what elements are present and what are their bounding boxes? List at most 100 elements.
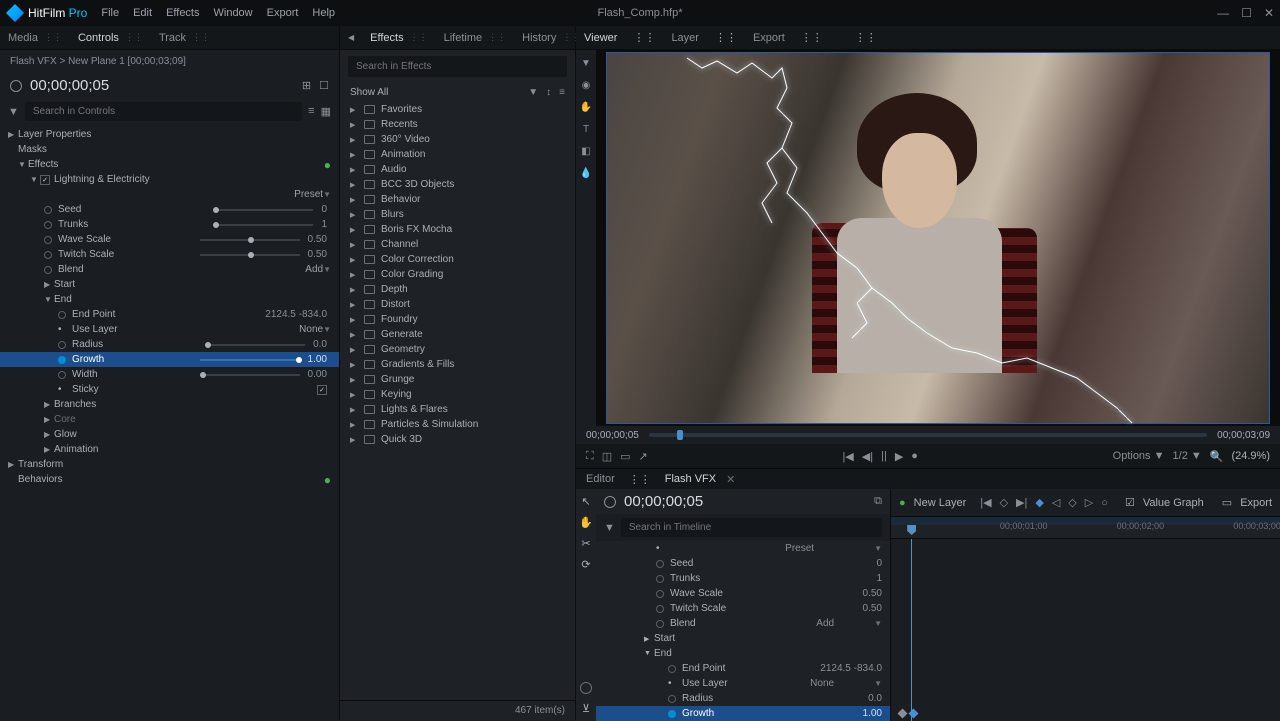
fx-folder[interactable]: ▶Particles & Simulation [340,417,575,432]
tl-filter-icon[interactable]: ▼ [604,522,615,534]
menu-export[interactable]: Export [267,7,299,19]
fx-folder[interactable]: ▶Blurs [340,207,575,222]
fx-folder[interactable]: ▶Generate [340,327,575,342]
fx-dd-icon[interactable]: ▼ [528,87,538,98]
viewer-timeline[interactable]: 00;00;00;05 00;00;03;09 [576,426,1280,444]
row-start[interactable]: Start [0,277,339,292]
fx-folder[interactable]: ▶360° Video [340,132,575,147]
export-frame-icon[interactable]: ↗ [639,450,648,463]
fx-folder[interactable]: ▶Color Grading [340,267,575,282]
fx-folder[interactable]: ▶Favorites [340,102,575,117]
new-layer-button[interactable]: New Layer [914,497,967,509]
tl-radius[interactable]: Radius0.0 [596,691,890,706]
step-back-icon[interactable]: ◀| [862,450,873,463]
fx-folder[interactable]: ▶Recents [340,117,575,132]
menu-effects[interactable]: Effects [166,7,199,19]
tl-endpoint[interactable]: End Point2124.5 -834.0 [596,661,890,676]
tab-editor[interactable]: Editor [586,469,615,489]
row-masks[interactable]: Masks [0,142,339,157]
minimize-icon[interactable]: — [1217,6,1229,20]
tab-effects[interactable]: Effects [370,28,403,48]
row-growth[interactable]: Growth1.00 [0,352,339,367]
snap-tool-icon[interactable]: ⟳ [581,558,590,571]
row-width[interactable]: Width0.00 [0,367,339,382]
row-trunks[interactable]: Trunks1 [0,217,339,232]
tool-text-icon[interactable]: T [579,122,593,136]
icon-b[interactable]: ☐ [319,79,329,92]
fx-folder[interactable]: ▶Audio [340,162,575,177]
kf-next-icon[interactable]: ▶| [1016,496,1027,509]
fx-folder[interactable]: ▶Quick 3D [340,432,575,447]
fx-folder[interactable]: ▶Foundry [340,312,575,327]
export-button[interactable]: Export [1240,497,1272,509]
row-blend[interactable]: BlendAdd▼ [0,262,339,277]
menu-file[interactable]: File [101,7,119,19]
row-end[interactable]: End [0,292,339,307]
row-behaviors[interactable]: Behaviors● [0,472,339,487]
row-endpoint[interactable]: End Point2124.5 -834.0 [0,307,339,322]
row-branches[interactable]: Branches [0,397,339,412]
tab-layer[interactable]: Layer [671,28,699,48]
sticky-checkbox[interactable] [317,385,327,395]
row-effects[interactable]: Effects● [0,157,339,172]
fx-folder[interactable]: ▶Channel [340,237,575,252]
value-graph-checkbox[interactable]: ☑ [1125,496,1135,509]
search-controls-input[interactable] [25,102,302,121]
tab-history[interactable]: History [522,28,556,48]
row-layer-properties[interactable]: Layer Properties [0,127,339,142]
crop-icon[interactable]: ◫ [602,450,612,463]
tab-track[interactable]: Track [159,28,186,48]
value-graph-label[interactable]: Value Graph [1143,497,1204,509]
fx-folder[interactable]: ▶Lights & Flares [340,402,575,417]
fx-folder[interactable]: ▶Keying [340,387,575,402]
tab-viewer[interactable]: Viewer [584,28,617,48]
row-animation[interactable]: Animation [0,442,339,457]
row-preset[interactable]: Preset▼ [0,187,339,202]
tl-preset[interactable]: •Preset▼ [596,541,890,556]
ratio-dropdown[interactable]: 1/2 ▼ [1173,450,1202,462]
slice-tool-icon[interactable]: ✂ [581,537,590,550]
tool-select-icon[interactable]: ◉ [579,78,593,92]
close-tab-icon[interactable]: ✕ [726,473,735,486]
row-twitchscale[interactable]: Twitch Scale0.50 [0,247,339,262]
frame-icon[interactable]: ▭ [620,450,630,463]
kf-hold-icon[interactable]: ○ [1101,497,1108,509]
tab-export[interactable]: Export [753,28,785,48]
tl-trunks[interactable]: Trunks1 [596,571,890,586]
clock-icon[interactable] [604,496,616,508]
tool-eyedrop-icon[interactable]: 💧 [579,166,593,180]
tab-controls[interactable]: Controls [78,28,119,48]
prev-frame-icon[interactable]: |◀ [842,450,853,463]
timeline-ruler[interactable]: 00;00;01;00 00;00;02;00 00;00;03;00 [891,517,1280,539]
full-screen-icon[interactable]: ⛶ [586,450,594,463]
row-sticky[interactable]: •Sticky [0,382,339,397]
grid-icon[interactable]: ▦ [321,105,331,118]
gear-icon[interactable] [580,682,592,694]
row-wavescale[interactable]: Wave Scale0.50 [0,232,339,247]
clock-icon[interactable] [10,80,22,92]
fx-sort-icon[interactable]: ↕ [546,87,551,98]
fx-folder[interactable]: ▶Gradients & Fills [340,357,575,372]
row-seed[interactable]: Seed0 [0,202,339,217]
kf-linear-icon[interactable]: ◇ [1068,496,1076,509]
row-lightning[interactable]: Lightning & Electricity [0,172,339,187]
tl-uselayer[interactable]: •Use LayerNone▼ [596,676,890,691]
show-all-dropdown[interactable]: Show All [350,87,388,98]
search-timeline-input[interactable] [621,518,882,537]
row-core[interactable]: Core [0,412,339,427]
row-transform[interactable]: Transform [0,457,339,472]
hand-tool-icon[interactable]: ✋ [579,516,593,529]
fx-folder[interactable]: ▶Depth [340,282,575,297]
row-glow[interactable]: Glow [0,427,339,442]
row-radius[interactable]: Radius0.0 [0,337,339,352]
search-effects-input[interactable] [348,56,567,77]
icon-a[interactable]: ⊞ [302,79,311,92]
timeline-tracks[interactable] [891,539,1280,721]
record-icon[interactable]: ● [911,450,918,462]
options-dropdown[interactable]: Options ▼ [1113,450,1165,462]
editor-timecode[interactable]: 00;00;00;05 [624,493,703,510]
kf-diamond-icon[interactable]: ◆ [1035,496,1043,509]
kf-prev-icon[interactable]: |◀ [980,496,991,509]
menu-help[interactable]: Help [312,7,335,19]
filter-icon[interactable]: ▼ [8,106,19,118]
